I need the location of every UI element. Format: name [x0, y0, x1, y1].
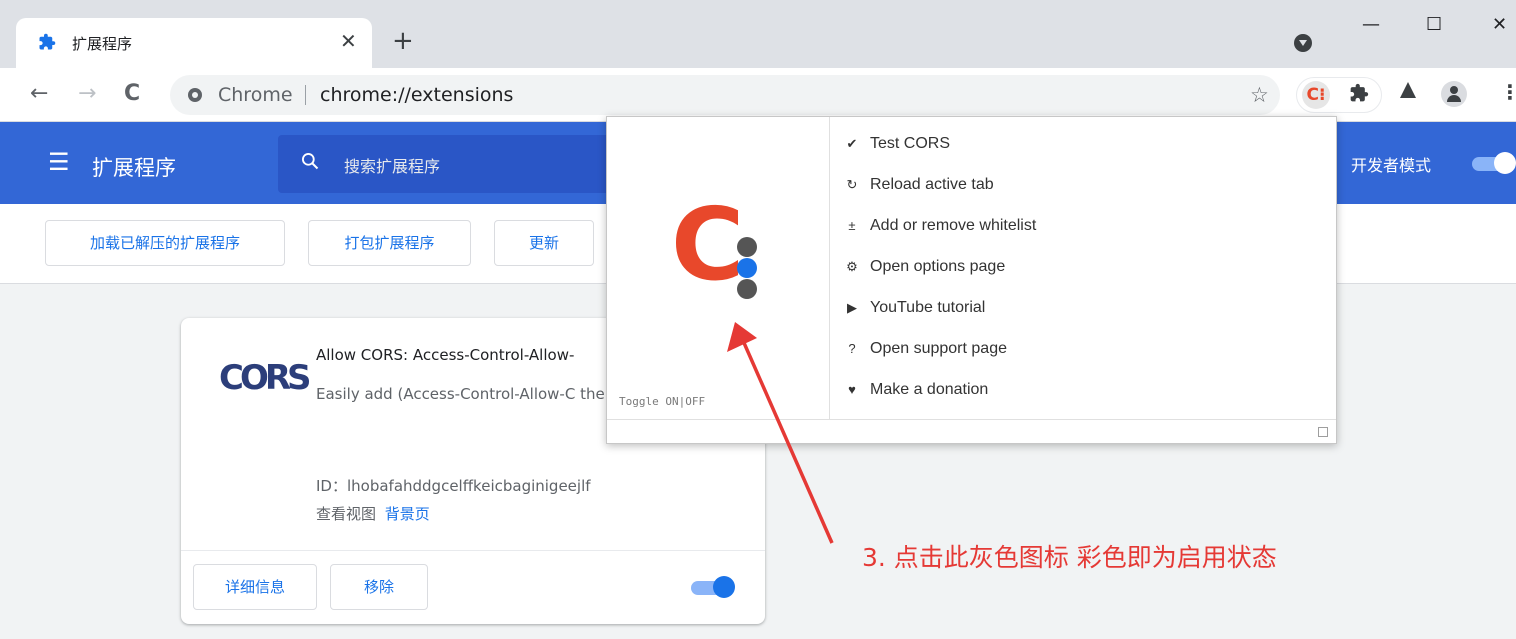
arrow-head [727, 322, 757, 352]
annotation-arrow [727, 322, 834, 544]
annotation-text: 3. 点击此灰色图标 彩色即为启用状态 [862, 543, 1277, 572]
